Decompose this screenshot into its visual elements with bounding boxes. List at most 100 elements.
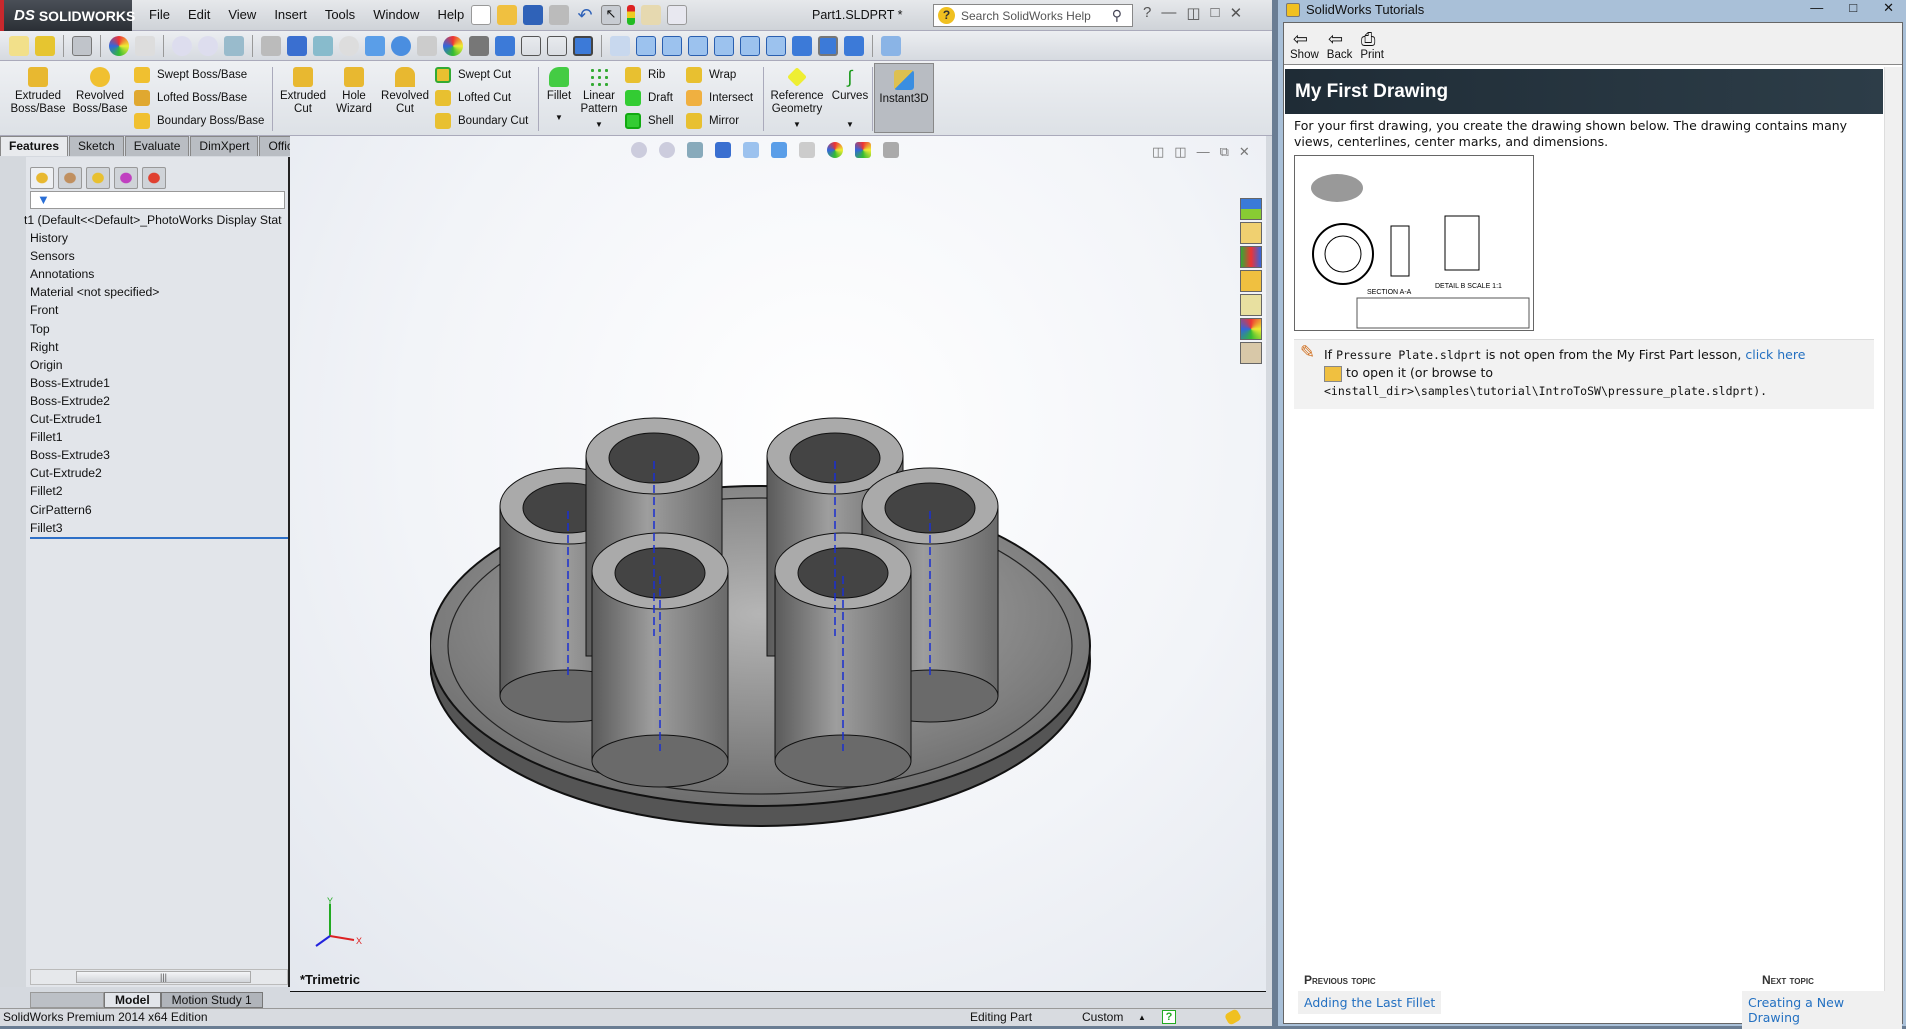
tab-sketch[interactable]: Sketch [69, 136, 124, 156]
show-button[interactable]: ⇦ Show [1290, 29, 1319, 61]
tree-item-boss-extrude3[interactable]: Boss-Extrude3 [30, 446, 282, 464]
tab-evaluate[interactable]: Evaluate [124, 136, 190, 156]
tutorials-maximize-icon[interactable]: □ [1849, 0, 1857, 16]
revolved-boss-button[interactable]: Revolved Boss/Base [70, 61, 130, 116]
close-icon[interactable]: ✕ [1230, 4, 1243, 22]
tab-motion-study-1[interactable]: Motion Study 1 [160, 992, 263, 1008]
isometric-icon[interactable] [792, 35, 812, 56]
help-menu-icon[interactable]: ? [1143, 4, 1151, 22]
lofted-boss-button[interactable]: Lofted Boss/Base [134, 90, 247, 106]
mirror-button[interactable]: Mirror [686, 113, 739, 129]
measure-icon[interactable] [881, 35, 901, 56]
menu-edit[interactable]: Edit [188, 7, 210, 23]
dynamic-annotation-icon[interactable] [287, 35, 307, 56]
quick-tips-icon[interactable]: ? [1162, 1010, 1176, 1024]
hide-show-icon[interactable] [417, 35, 437, 56]
extruded-boss-button[interactable]: Extruded Boss/Base [6, 61, 70, 116]
reference-geometry-button[interactable]: Reference Geometry ▼ [766, 61, 828, 131]
previous-topic-link[interactable]: Adding the Last Fillet [1298, 991, 1442, 1014]
tree-item-fillet3[interactable]: Fillet3 [30, 519, 282, 537]
rib-button[interactable]: Rib [625, 67, 665, 83]
tree-item-material[interactable]: Material <not specified> [30, 283, 282, 301]
custom-properties-icon[interactable] [1240, 342, 1262, 364]
bottom-view-icon[interactable] [766, 35, 786, 56]
back-button[interactable]: ⇦ Back [1327, 29, 1353, 61]
linear-pattern-dropdown-icon[interactable]: ▼ [578, 118, 620, 131]
viewport-restore-icon[interactable]: ⧉ [1220, 144, 1229, 160]
zoom-to-fit-icon[interactable] [631, 142, 647, 158]
back-view-icon[interactable] [662, 35, 682, 56]
scrollbar-thumb[interactable]: ||| [76, 971, 251, 983]
properties-icon[interactable] [9, 35, 29, 56]
fillet-button[interactable]: Fillet ▼ [542, 61, 576, 124]
menu-window[interactable]: Window [373, 7, 419, 23]
graphics-area[interactable]: ◫ ◫ — ⧉ ✕ Y X *Trimetric [290, 136, 1266, 992]
tree-item-annotations[interactable]: Annotations [30, 265, 282, 283]
view-orientation-icon[interactable] [313, 35, 333, 56]
rotate-icon[interactable] [391, 35, 411, 56]
display-manager-tab-icon[interactable] [142, 167, 166, 189]
tree-item-history[interactable]: History [30, 229, 282, 247]
apply-scene-icon[interactable] [855, 142, 871, 158]
solidworks-resources-icon[interactable] [1240, 198, 1262, 220]
select-tool-icon[interactable] [72, 35, 92, 56]
search-icon[interactable]: ⚲ [1112, 7, 1122, 24]
tree-item-boss-extrude1[interactable]: Boss-Extrude1 [30, 374, 282, 392]
viewport-close-icon[interactable]: ✕ [1239, 144, 1250, 160]
curves-dropdown-icon[interactable]: ▼ [830, 118, 870, 131]
section-view-icon[interactable] [261, 35, 281, 56]
open-file-icon[interactable] [1324, 365, 1342, 382]
select-icon[interactable]: ↖ [601, 5, 621, 25]
right-view-icon[interactable] [714, 35, 734, 56]
click-here-link[interactable]: click here [1745, 347, 1805, 362]
trimetric-icon[interactable] [818, 35, 838, 56]
boundary-cut-button[interactable]: Boundary Cut [435, 113, 528, 129]
restore-icon[interactable]: □ [1211, 4, 1220, 22]
intersect-button[interactable]: Intersect [686, 90, 753, 106]
menu-help[interactable]: Help [437, 7, 464, 23]
wrap-button[interactable]: Wrap [686, 67, 736, 83]
tree-item-boss-extrude2[interactable]: Boss-Extrude2 [30, 392, 282, 410]
list-icon[interactable] [135, 35, 155, 56]
normal-to-icon[interactable] [610, 35, 630, 56]
reference-geometry-dropdown-icon[interactable]: ▼ [766, 118, 828, 131]
hide-show-items-icon[interactable] [799, 142, 815, 158]
zoom-area-icon[interactable] [198, 35, 218, 56]
tutorials-close-icon[interactable]: ✕ [1883, 0, 1894, 16]
tree-item-sensors[interactable]: Sensors [30, 247, 282, 265]
view-palette-icon[interactable] [1240, 294, 1262, 316]
tree-item-right[interactable]: Right [30, 338, 282, 356]
appearance-icon[interactable] [109, 35, 129, 56]
split-right-icon[interactable]: ◫ [1174, 144, 1186, 160]
next-topic-link[interactable]: Creating a New Drawing [1742, 991, 1902, 1029]
print-button[interactable]: ⎙ Print [1360, 29, 1384, 61]
home-icon[interactable] [1240, 222, 1262, 244]
unit-dropdown-icon[interactable]: ▲ [1138, 1009, 1146, 1026]
property-manager-tab-icon[interactable] [58, 167, 82, 189]
previous-view-icon[interactable] [224, 35, 244, 56]
swept-boss-button[interactable]: Swept Boss/Base [134, 67, 247, 83]
zoom-out-icon[interactable] [339, 35, 359, 56]
tree-item-fillet1[interactable]: Fillet1 [30, 428, 282, 446]
options-icon[interactable] [667, 5, 687, 25]
tree-item-front[interactable]: Front [30, 301, 282, 319]
minimize-icon[interactable]: — [1161, 4, 1176, 22]
tag-icon[interactable] [1223, 1008, 1243, 1026]
tab-features[interactable]: Features [0, 136, 69, 156]
file-properties-icon[interactable] [641, 5, 661, 25]
draft-button[interactable]: Draft [625, 90, 673, 106]
tree-filter-input[interactable]: ▼ [30, 191, 285, 209]
appearances-icon[interactable] [1240, 318, 1262, 340]
boundary-boss-button[interactable]: Boundary Boss/Base [134, 113, 264, 129]
tutorials-vertical-scrollbar[interactable] [1884, 67, 1902, 1022]
left-view-icon[interactable] [688, 35, 708, 56]
tab-model[interactable]: Model [104, 992, 161, 1008]
swept-cut-button[interactable]: Swept Cut [435, 67, 511, 83]
top-view-icon[interactable] [740, 35, 760, 56]
revolved-cut-button[interactable]: Revolved Cut [378, 61, 432, 116]
linear-pattern-button[interactable]: Linear Pattern ▼ [578, 61, 620, 131]
section-view-icon[interactable] [715, 142, 731, 158]
previous-view-icon[interactable] [687, 142, 703, 158]
view-orientation-icon[interactable] [743, 142, 759, 158]
hole-wizard-button[interactable]: Hole Wizard [332, 61, 376, 116]
